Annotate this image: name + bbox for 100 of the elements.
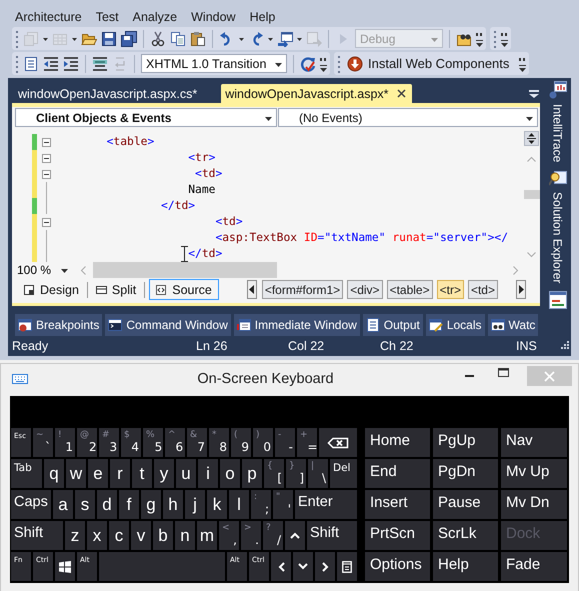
key[interactable]: g (141, 490, 161, 519)
key[interactable]: Del (330, 459, 357, 488)
key[interactable]: PgUp (433, 428, 498, 457)
resize-grip-icon[interactable] (559, 341, 569, 351)
scroll-left-button[interactable] (246, 280, 257, 299)
key[interactable]: q (44, 459, 64, 488)
key[interactable]: Mv Up (501, 459, 567, 488)
key[interactable]: < , (219, 521, 239, 550)
key[interactable]: m (197, 521, 217, 550)
tool-window-tab[interactable]: Output (362, 314, 423, 336)
doctype-dropdown[interactable]: XHTML 1.0 Transition (141, 54, 287, 73)
key[interactable]: i (198, 459, 218, 488)
backspace-key[interactable] (319, 428, 357, 457)
key[interactable]: | \ (308, 459, 328, 488)
side-tab[interactable]: Solution Explorer (550, 190, 564, 286)
key[interactable]: v (131, 521, 151, 550)
view-tab[interactable]: Design (20, 279, 83, 300)
key[interactable]: Options (365, 552, 430, 581)
key[interactable]: p (242, 459, 262, 488)
key[interactable]: > . (241, 521, 261, 550)
key[interactable]: f (119, 490, 139, 519)
magnifier-window-icon[interactable] (548, 169, 566, 188)
menu-item[interactable]: Window (191, 10, 236, 24)
refresh-check-icon[interactable] (300, 56, 316, 72)
tool-window-tab[interactable]: Locals (426, 314, 485, 336)
key[interactable]: @ 2 (77, 428, 97, 457)
breadcrumb[interactable]: <table> (386, 280, 433, 299)
document-tab[interactable]: windowOpenJavascript.aspx.cs* (18, 84, 202, 103)
window-chart-icon[interactable] (548, 290, 566, 309)
key[interactable]: r (110, 459, 130, 488)
key[interactable]: { [ (264, 459, 284, 488)
clipboard-icon[interactable] (190, 30, 206, 46)
key[interactable]: ( 9 (231, 428, 251, 457)
key[interactable]: u (176, 459, 196, 488)
key[interactable]: # 3 (99, 428, 119, 457)
key[interactable]: Home (365, 428, 430, 457)
dropdown-icon[interactable] (529, 88, 539, 98)
tool-window-tab[interactable]: Watc (488, 314, 538, 336)
key[interactable]: l (229, 490, 249, 519)
key[interactable]: h (163, 490, 183, 519)
close-icon[interactable] (396, 89, 406, 98)
key[interactable]: ScrLk (433, 521, 498, 550)
stacked-windows-icon[interactable] (548, 81, 566, 99)
menu-item[interactable]: Help (250, 10, 276, 24)
key[interactable]: Pause (433, 490, 498, 519)
menu-item[interactable]: Test (96, 10, 119, 24)
key[interactable]: & 7 (187, 428, 207, 457)
key[interactable]: Fade (501, 552, 567, 581)
key[interactable]: Caps (11, 490, 51, 519)
chevron-right-key[interactable] (315, 552, 335, 581)
key[interactable]: Mv Dn (501, 490, 567, 519)
key[interactable]: a (53, 490, 73, 519)
key[interactable]: ^ 6 (165, 428, 185, 457)
tool-window-tab[interactable]: Immediate Window (234, 314, 360, 336)
key[interactable]: e (88, 459, 108, 488)
key[interactable]: y (154, 459, 174, 488)
object-dropdown[interactable]: Client Objects & Events (15, 108, 277, 127)
install-button[interactable]: Install Web Components (345, 54, 516, 74)
key[interactable]: Nav (501, 428, 567, 457)
collapse-icon[interactable] (42, 154, 50, 162)
view-tab[interactable]: Source (149, 279, 220, 300)
side-tab[interactable]: IntelliTrace (550, 102, 564, 164)
zoom-dropdown[interactable]: 100 % (12, 263, 76, 277)
chevron-left-key[interactable] (271, 552, 291, 581)
scroll-thumb[interactable] (93, 262, 277, 278)
key[interactable]: o (220, 459, 240, 488)
window-arrow-icon[interactable] (277, 30, 293, 46)
document-tab[interactable]: windowOpenJavascript.aspx* (221, 84, 412, 103)
key[interactable]: t (132, 459, 152, 488)
key[interactable]: } ] (286, 459, 306, 488)
tool-window-tab[interactable]: Breakpoints (15, 314, 102, 336)
key[interactable]: Shift (307, 521, 357, 550)
key[interactable]: ! 1 (55, 428, 75, 457)
key[interactable]: ) 0 (253, 428, 273, 457)
menu-key-key[interactable] (337, 552, 357, 581)
collapse-icon[interactable] (42, 138, 50, 146)
key[interactable]: z (65, 521, 85, 550)
key[interactable]: Enter (295, 490, 357, 519)
key[interactable]: : ; (251, 490, 271, 519)
indent-icon[interactable] (63, 56, 79, 72)
maximize-button[interactable] (496, 367, 512, 379)
floppy-disks-icon[interactable] (121, 30, 137, 46)
key[interactable]: b (153, 521, 173, 550)
chevron-up-key[interactable] (285, 521, 305, 550)
document-lines-icon[interactable] (23, 56, 39, 72)
breadcrumb[interactable]: <div> (347, 280, 383, 299)
key[interactable]: " ' (273, 490, 293, 519)
key[interactable]: x (87, 521, 107, 550)
key[interactable]: Insert (365, 490, 430, 519)
key[interactable]: End (365, 459, 430, 488)
outdent-icon[interactable] (43, 56, 59, 72)
breadcrumb[interactable]: <td> (468, 280, 498, 299)
split-icon[interactable] (524, 131, 539, 146)
key[interactable]: n (175, 521, 195, 550)
key[interactable]: + = (297, 428, 317, 457)
breadcrumb[interactable]: <tr> (436, 280, 464, 299)
scissors-icon[interactable] (150, 30, 166, 46)
menu-item[interactable]: Architecture (15, 10, 82, 24)
key[interactable]: k (207, 490, 227, 519)
key[interactable]: ? / (263, 521, 283, 550)
